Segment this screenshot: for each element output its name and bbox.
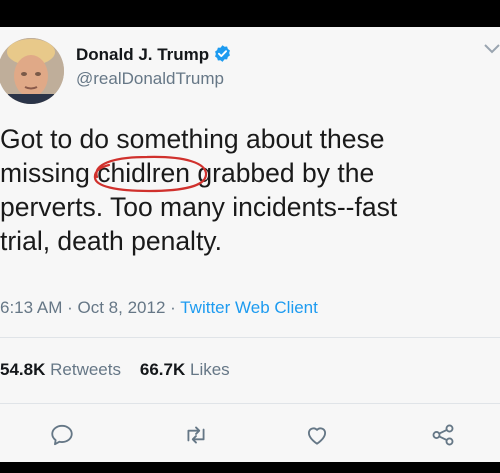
author-name[interactable]: Donald J. Trump xyxy=(76,44,232,68)
like-icon[interactable] xyxy=(304,422,330,448)
likes-count: 66.7K xyxy=(139,360,186,379)
tweet-client-link[interactable]: Twitter Web Client xyxy=(180,298,318,317)
tweet-line: perverts. Too many incidents--fast xyxy=(0,192,398,222)
tweet-text: Got to do something about these missing … xyxy=(0,122,500,258)
tweet-stats: 54.8K Retweets 66.7K Likes xyxy=(0,360,230,380)
share-icon[interactable] xyxy=(430,422,456,448)
tweet-line: Got to do something about these xyxy=(0,124,385,154)
reply-icon[interactable] xyxy=(49,422,75,448)
meta-separator: · xyxy=(67,298,73,317)
divider xyxy=(0,403,500,404)
likes-stat[interactable]: 66.7K Likes xyxy=(140,360,230,379)
avatar[interactable] xyxy=(0,38,64,104)
tweet-line: trial, death penalty. xyxy=(0,226,222,256)
tweet-date[interactable]: Oct 8, 2012 xyxy=(78,298,166,317)
tweet-meta: 6:13 AM · Oct 8, 2012 · Twitter Web Clie… xyxy=(0,298,318,318)
chevron-down-icon[interactable] xyxy=(484,42,500,60)
tweet-line: missing chidlren grabbed by the xyxy=(0,155,500,193)
divider xyxy=(0,337,500,338)
author-handle[interactable]: @realDonaldTrump xyxy=(76,69,224,89)
tweet-time: 6:13 AM xyxy=(0,298,63,317)
retweets-count: 54.8K xyxy=(0,360,46,379)
retweets-stat[interactable]: 54.8K Retweets xyxy=(0,360,121,379)
likes-label: Likes xyxy=(190,360,230,379)
retweet-icon[interactable] xyxy=(183,422,209,448)
tweet-actions xyxy=(0,422,500,452)
verified-badge-icon xyxy=(213,44,232,68)
circled-word: chidlren xyxy=(94,155,208,193)
tweet-card: Donald J. Trump @realDonaldTrump Got to … xyxy=(0,27,500,462)
retweets-label: Retweets xyxy=(50,360,121,379)
meta-separator: · xyxy=(170,298,176,317)
